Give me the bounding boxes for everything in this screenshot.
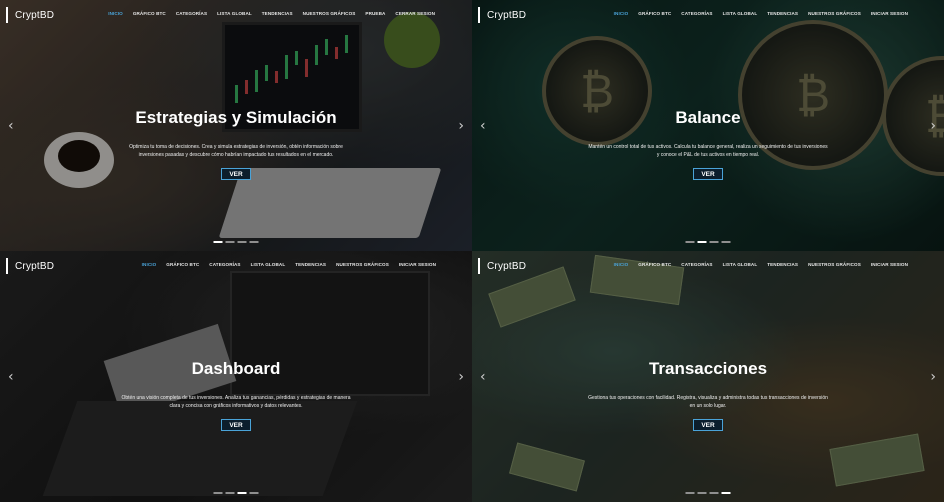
carousel-dot[interactable] — [237, 492, 247, 494]
nav-menu: INICIO GRÁFICO BTC CATEGORÍAS LISTA GLOB… — [142, 262, 436, 267]
nav-item-tendencias[interactable]: TENDENCIAS — [767, 262, 798, 267]
carousel-dot[interactable] — [721, 241, 731, 243]
nav-item-categorias[interactable]: CATEGORÍAS — [681, 262, 712, 267]
ver-button[interactable]: VER — [693, 168, 723, 180]
nav-menu: INICIO GRÁFICO BTC CATEGORÍAS LISTA GLOB… — [614, 11, 908, 16]
nav-item-inicio[interactable]: INICIO — [614, 262, 629, 267]
hero-slide-transactions: CryptBD INICIO GRÁFICO BTC CATEGORÍAS LI… — [472, 251, 944, 502]
carousel-dot[interactable] — [249, 492, 259, 494]
carousel-dot[interactable] — [697, 492, 707, 494]
nav-item-inicio[interactable]: INICIO — [142, 262, 157, 267]
carousel-dot[interactable] — [237, 241, 247, 243]
nav-item-grafico-btc[interactable]: GRÁFICO BTC — [166, 262, 199, 267]
ver-button[interactable]: VER — [221, 168, 251, 180]
nav-item-iniciar-sesion[interactable]: INICIAR SESION — [399, 262, 436, 267]
nav-item-tendencias[interactable]: TENDENCIAS — [767, 11, 798, 16]
carousel-dot[interactable] — [697, 241, 707, 243]
nav-menu: INICIO GRÁFICO BTC CATEGORÍAS LISTA GLOB… — [614, 262, 908, 267]
next-arrow-icon[interactable]: › — [930, 369, 936, 385]
nav-item-iniciar-sesion[interactable]: INICIAR SESION — [871, 262, 908, 267]
brand-name: CryptBD — [487, 9, 527, 21]
nav-item-iniciar-sesion[interactable]: INICIAR SESION — [871, 11, 908, 16]
nav-item-grafico-btc[interactable]: GRÁFICO BTC — [638, 11, 671, 16]
screenshot-grid: CryptBD INICIO GRÁFICO BTC CATEGORÍAS LI… — [0, 0, 944, 502]
nav-item-lista-global[interactable]: LISTA GLOBAL — [217, 11, 252, 16]
nav-item-lista-global[interactable]: LISTA GLOBAL — [251, 262, 286, 267]
carousel-dot[interactable] — [709, 492, 719, 494]
brand-name: CryptBD — [487, 260, 527, 272]
carousel-dot[interactable] — [709, 241, 719, 243]
carousel-indicators — [213, 492, 259, 494]
nav-item-nuestros-graficos[interactable]: NUESTROS GRÁFICOS — [808, 11, 861, 16]
brand-name: CryptBD — [15, 9, 55, 21]
nav-item-lista-global[interactable]: LISTA GLOBAL — [723, 11, 758, 16]
navbar: CryptBD INICIO GRÁFICO BTC CATEGORÍAS LI… — [472, 0, 944, 30]
carousel-indicators — [685, 241, 731, 243]
nav-item-prueba[interactable]: PRUEBA — [365, 11, 385, 16]
navbar: CryptBD INICIO GRÁFICO BTC CATEGORÍAS LI… — [472, 251, 944, 281]
prev-arrow-icon[interactable]: ‹ — [8, 118, 14, 134]
slide-description: Optimiza tu toma de decisiones. Crea y s… — [129, 144, 343, 158]
carousel-dot[interactable] — [225, 492, 235, 494]
navbar: CryptBD INICIO GRÁFICO BTC CATEGORÍAS LI… — [0, 251, 472, 281]
next-arrow-icon[interactable]: › — [930, 118, 936, 134]
prev-arrow-icon[interactable]: ‹ — [480, 118, 486, 134]
next-arrow-icon[interactable]: › — [458, 369, 464, 385]
brand-logo[interactable]: CryptBD — [478, 7, 526, 23]
navbar: CryptBD INICIO GRÁFICO BTC CATEGORÍAS LI… — [0, 0, 472, 30]
brand-logo[interactable]: CryptBD — [6, 258, 54, 274]
ver-button[interactable]: VER — [221, 419, 251, 431]
nav-item-inicio[interactable]: INICIO — [108, 11, 123, 16]
nav-item-tendencias[interactable]: TENDENCIAS — [295, 262, 326, 267]
nav-item-categorias[interactable]: CATEGORÍAS — [176, 11, 207, 16]
nav-item-nuestros-graficos[interactable]: NUESTROS GRÁFICOS — [336, 262, 389, 267]
brand-bar-icon — [6, 258, 8, 274]
hero-slide-dashboard: CryptBD INICIO GRÁFICO BTC CATEGORÍAS LI… — [0, 251, 472, 502]
carousel-indicators — [685, 492, 731, 494]
nav-item-nuestros-graficos[interactable]: NUESTROS GRÁFICOS — [808, 262, 861, 267]
nav-item-categorias[interactable]: CATEGORÍAS — [681, 11, 712, 16]
carousel-dot[interactable] — [721, 492, 731, 494]
brand-bar-icon — [478, 7, 480, 23]
prev-arrow-icon[interactable]: ‹ — [480, 369, 486, 385]
carousel-dot[interactable] — [213, 241, 223, 243]
brand-name: CryptBD — [15, 260, 55, 272]
slide-title: Dashboard — [191, 359, 281, 378]
carousel-dot[interactable] — [225, 241, 235, 243]
carousel-dot[interactable] — [213, 492, 223, 494]
slide-title: Transacciones — [648, 359, 768, 378]
nav-item-grafico-btc[interactable]: GRÁFICO BTC — [638, 262, 671, 267]
hero-slide-strategies: CryptBD INICIO GRÁFICO BTC CATEGORÍAS LI… — [0, 0, 472, 251]
slide-description: Obtén una visión completa de tus inversi… — [121, 395, 351, 409]
slide-title: Balance — [675, 108, 741, 127]
nav-item-lista-global[interactable]: LISTA GLOBAL — [723, 262, 758, 267]
prev-arrow-icon[interactable]: ‹ — [8, 369, 14, 385]
nav-item-nuestros-graficos[interactable]: NUESTROS GRÁFICOS — [303, 11, 356, 16]
slide-description: Mantén un control total de tus activos. … — [588, 144, 828, 158]
brand-logo[interactable]: CryptBD — [6, 7, 54, 23]
brand-bar-icon — [6, 7, 8, 23]
slide-title: Estrategias y Simulación — [135, 108, 337, 127]
slide-description: Gestiona tus operaciones con facilidad. … — [588, 395, 828, 409]
carousel-indicators — [213, 241, 259, 243]
brand-bar-icon — [478, 258, 480, 274]
carousel-dot[interactable] — [249, 241, 259, 243]
nav-item-inicio[interactable]: INICIO — [614, 11, 629, 16]
carousel-dot[interactable] — [685, 241, 695, 243]
nav-item-cerrar-sesion[interactable]: CERRAR SESION — [395, 11, 435, 16]
next-arrow-icon[interactable]: › — [458, 118, 464, 134]
brand-logo[interactable]: CryptBD — [478, 258, 526, 274]
nav-item-tendencias[interactable]: TENDENCIAS — [262, 11, 293, 16]
carousel-dot[interactable] — [685, 492, 695, 494]
nav-item-categorias[interactable]: CATEGORÍAS — [209, 262, 240, 267]
nav-item-grafico-btc[interactable]: GRÁFICO BTC — [133, 11, 166, 16]
ver-button[interactable]: VER — [693, 419, 723, 431]
nav-menu: INICIO GRÁFICO BTC CATEGORÍAS LISTA GLOB… — [108, 11, 435, 16]
hero-slide-balance: ₿ ₿ ₿ CryptBD INICIO GRÁFICO BTC CATEGOR… — [472, 0, 944, 251]
